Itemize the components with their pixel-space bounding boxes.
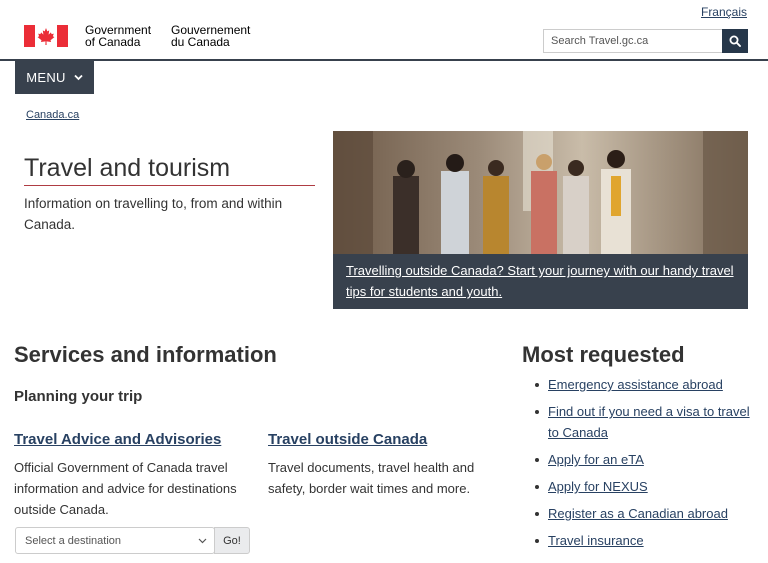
breadcrumb-home-link[interactable]: Canada.ca: [26, 109, 79, 121]
list-item: Find out if you need a visa to travel to…: [532, 401, 764, 443]
emergency-assistance-link[interactable]: Emergency assistance abroad: [548, 377, 723, 392]
government-signature-en[interactable]: Government of Canada: [85, 24, 151, 48]
menu-label: MENU: [26, 70, 66, 85]
most-requested-heading: Most requested: [522, 342, 685, 367]
chevron-down-icon: [74, 74, 83, 81]
travel-outside-canada-link[interactable]: Travel outside Canada: [268, 431, 427, 448]
list-item: Apply for an eTA: [532, 449, 764, 470]
travel-outside-canada-description: Travel documents, travel health and safe…: [268, 460, 475, 496]
list-item: Register as a Canadian abroad: [532, 503, 764, 524]
travel-insurance-link[interactable]: Travel insurance: [548, 533, 644, 548]
travel-advice-description: Official Government of Canada travel inf…: [14, 460, 237, 517]
search-icon: [729, 35, 741, 47]
hero-photo: [333, 131, 748, 254]
chevron-down-icon: [198, 538, 207, 543]
canada-flag-icon: [24, 25, 68, 47]
most-requested-list: Emergency assistance abroad Find out if …: [532, 374, 764, 557]
destination-select-value: Select a destination: [25, 534, 122, 547]
travel-advice-link[interactable]: Travel Advice and Advisories: [14, 431, 221, 448]
page-title: Travel and tourism: [24, 153, 315, 186]
planning-subheading: Planning your trip: [14, 388, 143, 405]
register-abroad-link[interactable]: Register as a Canadian abroad: [548, 506, 728, 521]
destination-select[interactable]: Select a destination: [15, 527, 215, 554]
go-button[interactable]: Go!: [214, 527, 250, 554]
list-item: Emergency assistance abroad: [532, 374, 764, 395]
services-heading: Services and information: [14, 342, 277, 367]
hero-feature: Travelling outside Canada? Start your jo…: [333, 131, 748, 309]
list-item: Apply for NEXUS: [532, 476, 764, 497]
language-toggle-link[interactable]: Français: [701, 5, 747, 19]
menu-button[interactable]: MENU: [15, 61, 94, 94]
search-button[interactable]: [722, 29, 748, 53]
site-search: [543, 29, 748, 53]
visa-check-link[interactable]: Find out if you need a visa to travel to…: [548, 404, 750, 440]
hero-caption-link[interactable]: Travelling outside Canada? Start your jo…: [346, 260, 741, 302]
signature-line: of Canada: [85, 35, 141, 49]
page-intro: Information on travelling to, from and w…: [24, 196, 283, 232]
signature-line: du Canada: [171, 35, 230, 49]
header-divider: [0, 59, 768, 61]
search-input[interactable]: [543, 29, 722, 53]
apply-nexus-link[interactable]: Apply for NEXUS: [548, 479, 648, 494]
list-item: Travel insurance: [532, 530, 764, 551]
government-signature-fr[interactable]: Gouvernement du Canada: [171, 24, 250, 48]
apply-eta-link[interactable]: Apply for an eTA: [548, 452, 644, 467]
